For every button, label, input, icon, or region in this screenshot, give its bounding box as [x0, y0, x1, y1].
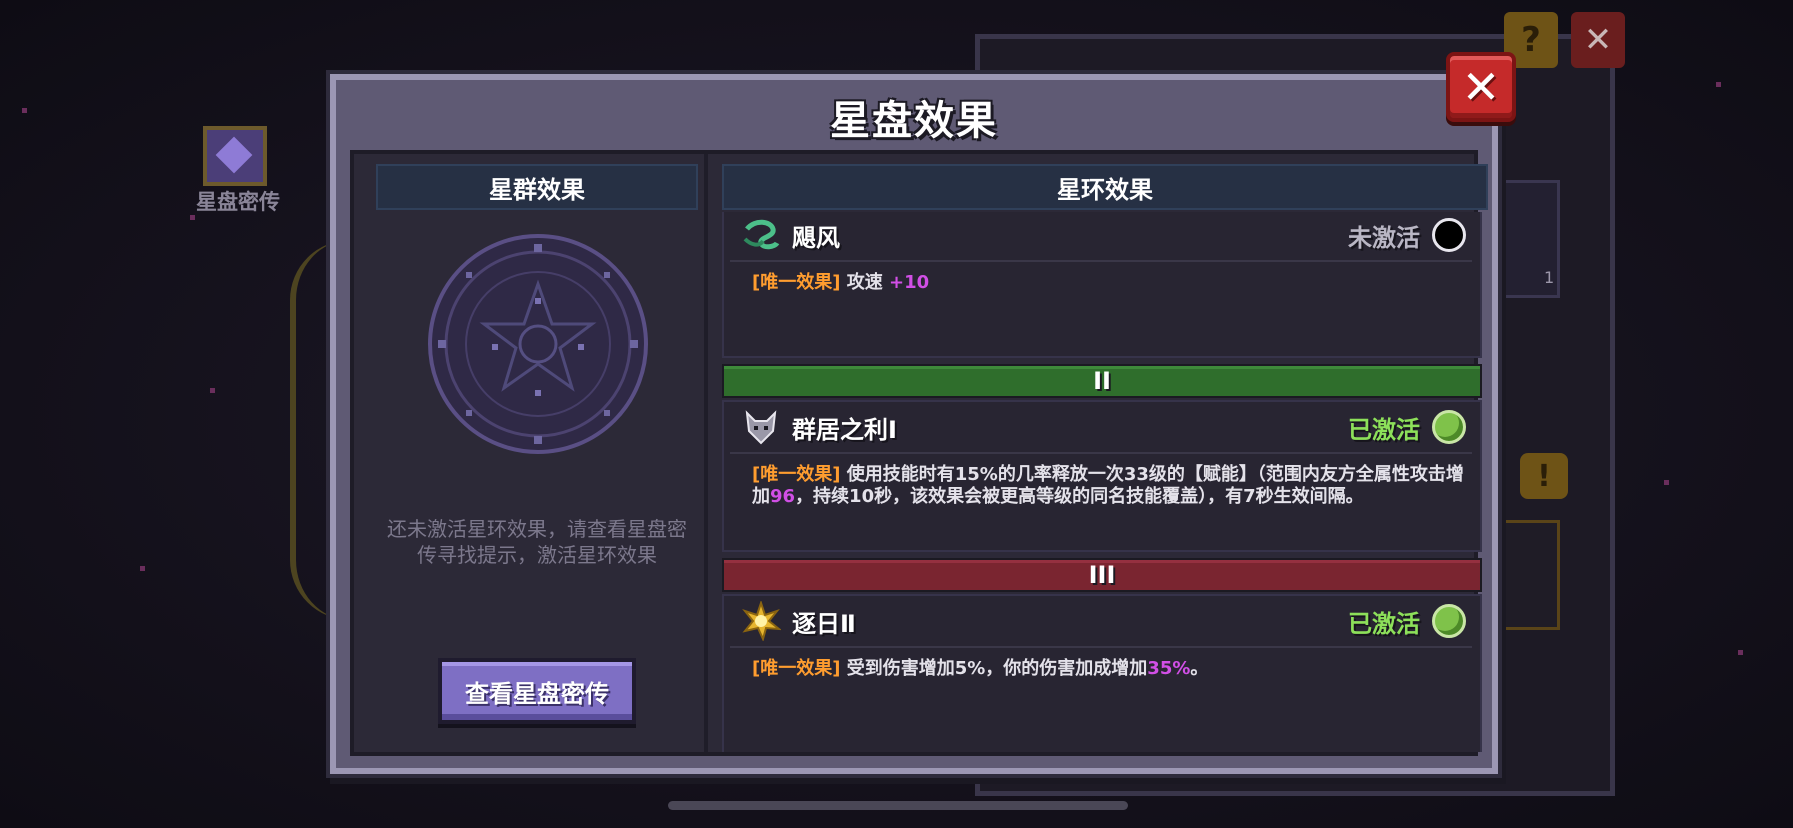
desc-value: 96: [770, 486, 796, 507]
effect-status: 未激活: [1348, 223, 1420, 252]
star-dot: [1738, 650, 1743, 655]
background-close-button[interactable]: ✕: [1571, 12, 1625, 68]
hero-card-count: 1: [1544, 268, 1555, 287]
hurricane-icon: [740, 214, 782, 256]
unique-effect-tag: [唯一效果]: [752, 464, 841, 485]
dialog-content: 星群效果 还未激活星环效果，请查看星盘密传寻找提示，激活星环效果 查看星盘密传 …: [350, 150, 1488, 756]
unique-effect-tag: [唯一效果]: [752, 658, 841, 679]
background-item-slot[interactable]: [1498, 520, 1560, 630]
inactive-indicator-icon: [1432, 218, 1466, 252]
astrolabe-secret-icon[interactable]: [203, 126, 267, 186]
desc-text: 。: [1190, 658, 1209, 679]
constellation-effect-header: 星群效果: [376, 164, 698, 210]
unique-effect-tag: [唯一效果]: [752, 272, 841, 293]
no-effect-hint: 还未激活星环效果，请查看星盘密传寻找提示，激活星环效果: [387, 517, 687, 567]
tier-bar-2: II: [722, 364, 1482, 398]
effect-row-header: 逐日Ⅱ 已激活: [730, 596, 1472, 648]
effect-row-hurricane: 飓风 未激活 [唯一效果] 攻速 +10: [722, 212, 1482, 358]
effect-description: [唯一效果] 使用技能时有15%的几率释放一次33级的【赋能】（范围内友方全属性…: [752, 464, 1464, 508]
effect-status: 已激活: [1348, 609, 1420, 638]
alert-icon[interactable]: !: [1520, 453, 1568, 499]
tier-bar-3: III: [722, 558, 1482, 592]
star-dot: [1664, 480, 1669, 485]
effect-description: [唯一效果] 受到伤害增加5%，你的伤害加成增加35%。: [752, 658, 1464, 680]
desc-text: 受到伤害增加5%，你的伤害加成增加: [846, 658, 1148, 679]
star-dot: [1716, 82, 1721, 87]
effect-name: 群居之利Ⅰ: [792, 415, 897, 444]
active-indicator-icon: [1432, 410, 1466, 444]
star-dot: [210, 388, 215, 393]
effect-name: 飓风: [792, 223, 840, 252]
wolf-icon: [740, 406, 782, 448]
desc-text: 攻速: [846, 272, 890, 293]
desc-value: 35%: [1147, 658, 1191, 679]
effect-row-header: 群居之利Ⅰ 已激活: [730, 402, 1472, 454]
home-indicator[interactable]: [668, 801, 1128, 810]
star-dot: [140, 566, 145, 571]
effect-row-header: 飓风 未激活: [730, 212, 1472, 262]
astrolabe-secret-label: 星盘密传: [196, 190, 280, 214]
desc-value: +10: [889, 272, 930, 293]
constellation-effect-column: 星群效果 还未激活星环效果，请查看星盘密传寻找提示，激活星环效果 查看星盘密传: [376, 164, 698, 750]
column-divider: [704, 154, 708, 752]
effect-description: [唯一效果] 攻速 +10: [752, 272, 1464, 294]
close-button[interactable]: ✕: [1446, 52, 1516, 122]
desc-text: ，持续10秒，该效果会被更高等级的同名技能覆盖），有7秒生效间隔。: [795, 486, 1364, 507]
effect-status: 已激活: [1348, 415, 1420, 444]
effect-row-chasing-sun: 逐日Ⅱ 已激活 [唯一效果] 受到伤害增加5%，你的伤害加成增加35%。: [722, 594, 1482, 752]
effect-name: 逐日Ⅱ: [792, 609, 856, 638]
star-ring-effect-list[interactable]: 飓风 未激活 [唯一效果] 攻速 +10 II 群居之利Ⅰ 已激活 [唯一效果]…: [722, 212, 1488, 752]
view-astrolabe-secret-button[interactable]: 查看星盘密传: [438, 658, 636, 724]
effect-row-group-benefit: 群居之利Ⅰ 已激活 [唯一效果] 使用技能时有15%的几率释放一次33级的【赋能…: [722, 400, 1482, 552]
star-dot: [22, 108, 27, 113]
dialog-title: 星盘效果: [830, 98, 998, 144]
star-ring-effect-header: 星环效果: [722, 164, 1488, 210]
astrolabe-disk-icon: [428, 234, 648, 454]
star-disk-effect-dialog: 星盘效果 星群效果 还未激活星环效果，请查看星盘密传寻找提示，激活星环效果 查看…: [330, 74, 1498, 774]
active-indicator-icon: [1432, 604, 1466, 638]
sun-icon: [740, 600, 782, 642]
